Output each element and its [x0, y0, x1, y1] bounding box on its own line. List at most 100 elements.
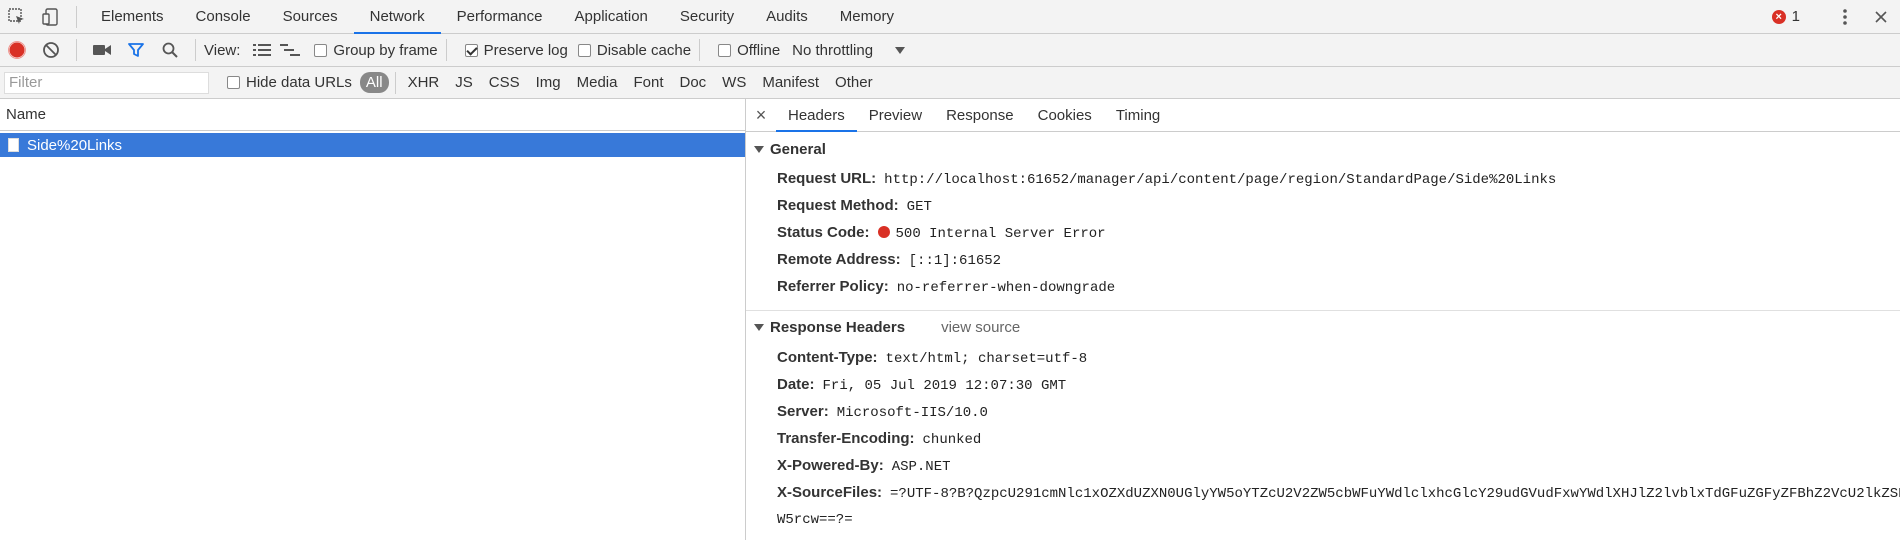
header-key: Request Method:	[777, 197, 899, 214]
header-row: Request Method: GET	[777, 197, 932, 215]
header-row: Content-Type: text/html; charset=utf-8	[777, 349, 1087, 367]
inspect-element-icon[interactable]	[0, 2, 34, 32]
header-value: =?UTF-8?B?QzpcU291cmNlc1xOZXdUZXN0UGlyYW…	[890, 486, 1900, 502]
view-label: View:	[204, 41, 241, 59]
header-value: Microsoft-IIS/10.0	[836, 405, 988, 421]
disable-cache-checkbox[interactable]	[577, 43, 591, 57]
header-value: no-referrer-when-downgrade	[896, 280, 1116, 296]
hide-data-urls-label: Hide data URLs	[246, 74, 352, 91]
filter-icon[interactable]	[119, 35, 153, 65]
header-row: Transfer-Encoding: chunked	[777, 430, 981, 448]
expand-triangle-icon	[754, 146, 764, 153]
divider	[76, 5, 77, 28]
detail-tab-response[interactable]: Response	[934, 99, 1026, 132]
header-row: Remote Address: [::1]:61652	[777, 251, 1001, 269]
tab-application[interactable]: Application	[559, 0, 664, 34]
tab-audits[interactable]: Audits	[750, 0, 824, 34]
error-icon: ×	[1771, 9, 1786, 24]
header-value: ASP.NET	[891, 459, 951, 475]
divider	[746, 310, 1900, 311]
filter-type-img[interactable]: Img	[530, 72, 567, 93]
clear-icon[interactable]	[34, 35, 68, 65]
waterfall-overview-icon[interactable]	[276, 35, 304, 65]
chevron-down-icon[interactable]	[895, 46, 906, 54]
preserve-log-label: Preserve log	[483, 41, 568, 59]
header-value: 500 Internal Server Error	[895, 226, 1106, 242]
group-by-frame-checkbox[interactable]	[314, 43, 328, 57]
header-key: Content-Type:	[777, 349, 878, 366]
view-source-link[interactable]: view source	[941, 319, 1020, 336]
header-row: Status Code: 500 Internal Server Error	[777, 224, 1106, 242]
preserve-log-checkbox[interactable]	[464, 43, 478, 57]
filter-type-js[interactable]: JS	[449, 72, 479, 93]
kebab-menu-icon[interactable]	[1828, 2, 1862, 32]
header-value: GET	[906, 199, 932, 215]
error-count-badge[interactable]: × 1	[1771, 8, 1800, 25]
response-headers-section-header[interactable]: Response Headers view source	[754, 319, 1020, 336]
large-request-rows-icon[interactable]	[248, 35, 276, 65]
tab-elements[interactable]: Elements	[85, 0, 180, 34]
screenshot-camera-icon[interactable]	[85, 35, 119, 65]
request-row[interactable]: Side%20Links	[0, 133, 745, 157]
panel-splitter[interactable]	[745, 99, 746, 540]
header-value: [::1]:61652	[908, 253, 1002, 269]
divider	[76, 39, 77, 61]
header-key: Request URL:	[777, 170, 877, 187]
tab-security[interactable]: Security	[664, 0, 750, 34]
divider	[394, 71, 396, 94]
filter-type-ws[interactable]: WS	[716, 72, 752, 93]
disable-cache-label: Disable cache	[596, 41, 692, 59]
filter-bar: Hide data URLs All XHRJSCSSImgMediaFontDo…	[0, 67, 1900, 99]
filter-type-other[interactable]: Other	[829, 72, 879, 93]
header-value: http://localhost:61652/manager/api/conte…	[884, 172, 1557, 188]
group-by-frame-label: Group by frame	[333, 41, 438, 59]
filter-type-css[interactable]: CSS	[483, 72, 526, 93]
header-row: Request URL: http://localhost:61652/manag…	[777, 170, 1556, 188]
search-icon[interactable]	[153, 35, 187, 65]
filter-type-manifest[interactable]: Manifest	[756, 72, 825, 93]
divider	[699, 39, 701, 61]
network-toolbar: View: Group by frame Preserve log Disabl…	[0, 34, 1900, 67]
detail-tab-cookies[interactable]: Cookies	[1026, 99, 1104, 132]
header-row: Date: Fri, 05 Jul 2019 12:07:30 GMT	[777, 376, 1066, 394]
filter-type-all[interactable]: All	[359, 72, 389, 93]
expand-triangle-icon	[754, 324, 764, 331]
header-key: Remote Address:	[777, 251, 901, 268]
filter-type-doc[interactable]: Doc	[673, 72, 712, 93]
filter-input[interactable]	[4, 71, 209, 94]
name-column-header[interactable]: Name	[0, 99, 745, 131]
header-key: X-Powered-By:	[777, 457, 884, 474]
offline-checkbox[interactable]	[718, 43, 732, 57]
header-row: X-Powered-By: ASP.NET	[777, 457, 951, 475]
header-key: Referrer Policy:	[777, 278, 889, 295]
tab-memory[interactable]: Memory	[824, 0, 910, 34]
header-row: Referrer Policy: no-referrer-when-downgra…	[777, 278, 1115, 296]
header-key: Status Code:	[777, 224, 870, 241]
tab-console[interactable]: Console	[180, 0, 267, 34]
detail-tab-headers[interactable]: Headers	[776, 99, 857, 132]
filter-type-media[interactable]: Media	[571, 72, 624, 93]
detail-tab-preview[interactable]: Preview	[857, 99, 934, 132]
hide-data-urls-checkbox[interactable]	[227, 76, 240, 89]
status-error-icon	[877, 226, 890, 238]
general-section-header[interactable]: General	[754, 141, 826, 158]
header-value-continuation: W5rcw==?=	[777, 512, 853, 528]
throttling-select[interactable]: No throttling	[792, 42, 873, 59]
document-icon	[8, 138, 19, 152]
header-value: text/html; charset=utf-8	[885, 351, 1088, 367]
record-icon[interactable]	[0, 35, 34, 65]
close-detail-icon[interactable]: ×	[746, 105, 776, 126]
filter-type-font[interactable]: Font	[627, 72, 669, 93]
tab-network[interactable]: Network	[353, 0, 441, 34]
header-key: Server:	[777, 403, 829, 420]
close-devtools-icon[interactable]	[1864, 2, 1898, 32]
header-row: X-SourceFiles: =?UTF-8?B?QzpcU291cmNlc1xO…	[777, 484, 1900, 502]
tab-sources[interactable]: Sources	[267, 0, 354, 34]
header-key: X-SourceFiles:	[777, 484, 883, 501]
filter-type-xhr[interactable]: XHR	[402, 72, 446, 93]
offline-label: Offline	[737, 41, 781, 59]
detail-tab-timing[interactable]: Timing	[1104, 99, 1172, 132]
header-value: Fri, 05 Jul 2019 12:07:30 GMT	[822, 378, 1067, 394]
tab-performance[interactable]: Performance	[441, 0, 559, 34]
device-toolbar-icon[interactable]	[34, 2, 68, 32]
